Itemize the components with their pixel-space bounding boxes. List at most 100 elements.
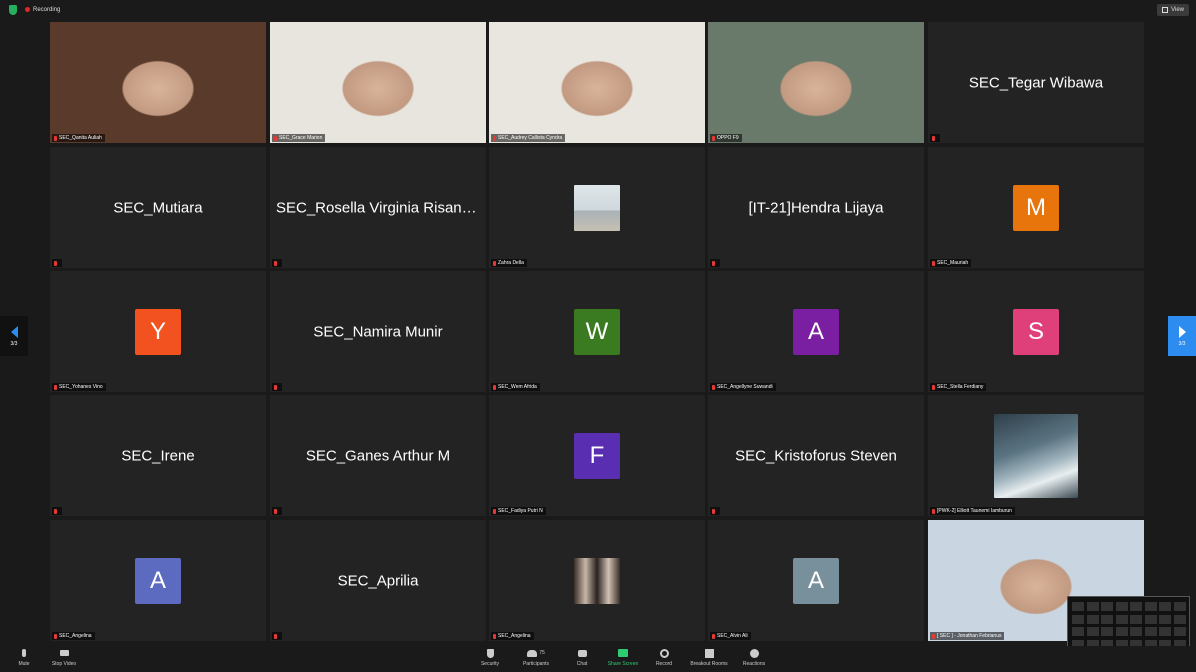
participant-label-text: SEC_Audrey Callista Cyndra: [498, 135, 563, 141]
participant-label: [272, 383, 282, 391]
participant-label: [272, 507, 282, 515]
participant-video: [708, 22, 924, 143]
participant-name: SEC_Aprilia: [337, 572, 419, 589]
muted-mic-icon: [712, 260, 715, 266]
participant-tile[interactable]: [PWK-2] Elliott Taunemi Iamburun: [928, 395, 1144, 516]
participants-label: Participants: [522, 661, 550, 667]
participant-label-text: OPPO F9: [717, 135, 739, 141]
participant-label: [930, 134, 940, 142]
participant-tile[interactable]: SEC_Rosella Virginia Risang...: [270, 147, 486, 268]
mini-tile: [1086, 614, 1099, 624]
shield-icon: [486, 648, 494, 658]
record-icon: [659, 648, 669, 658]
participant-tile[interactable]: A SEC_Alvin Ali: [708, 520, 924, 641]
participant-tile[interactable]: W SEC_Wem Afrida: [489, 271, 705, 392]
reactions-icon: [749, 648, 759, 658]
participant-tile[interactable]: S SEC_Stella Ferdiany: [928, 271, 1144, 392]
recording-dot-icon: [25, 7, 30, 12]
camera-icon: [59, 650, 69, 656]
next-page-button[interactable]: 3/3: [1168, 316, 1196, 356]
meeting-toolbar: Mute Stop Video Security 75 Participants…: [0, 646, 1196, 672]
participant-label: SEC_Fadiya Putri N: [491, 507, 546, 515]
participant-tile[interactable]: F SEC_Fadiya Putri N: [489, 395, 705, 516]
participant-tile[interactable]: SEC_Namira Munir: [270, 271, 486, 392]
participant-name: SEC_Mutiara: [113, 199, 203, 216]
security-button[interactable]: Security: [468, 648, 512, 671]
participant-tile[interactable]: OPPO F9: [708, 22, 924, 143]
view-button[interactable]: View: [1157, 4, 1189, 16]
muted-mic-icon: [712, 384, 715, 390]
participant-avatar: S: [1013, 308, 1059, 355]
next-page-indicator: 3/3: [1178, 340, 1186, 347]
muted-mic-icon: [932, 633, 935, 639]
participant-label: [ SEC ] - Jonathan Febrianus: [930, 632, 1005, 640]
participant-label: [52, 259, 62, 267]
mini-tile: [1144, 602, 1157, 611]
participant-label: SEC_Audrey Callista Cyndra: [491, 134, 566, 142]
previous-page-button[interactable]: 3/3: [0, 316, 28, 356]
chat-icon: [577, 649, 587, 657]
top-bar: Recording View: [0, 0, 1196, 20]
mini-tile: [1144, 614, 1157, 624]
mini-tile: [1159, 602, 1171, 611]
reactions-label: Reactions: [742, 661, 766, 667]
record-button[interactable]: Record: [642, 648, 686, 671]
participant-label: [272, 632, 282, 640]
arrow-right-icon: [1178, 325, 1186, 338]
participant-tile[interactable]: SEC_Tegar Wibawa: [928, 22, 1144, 143]
participant-name: SEC_Rosella Virginia Risang...: [276, 199, 483, 216]
participant-tile[interactable]: A SEC_Angellyne Suwandi: [708, 271, 924, 392]
share-screen-button[interactable]: Share Screen: [601, 648, 645, 671]
share-screen-icon: [618, 649, 628, 657]
participant-tile[interactable]: SEC_Irene: [50, 395, 266, 516]
participant-tile[interactable]: SEC_Aprilia: [270, 520, 486, 641]
participant-tile[interactable]: Zahra Della: [489, 147, 705, 268]
muted-mic-icon: [54, 135, 57, 141]
stop-video-button[interactable]: Stop Video: [42, 648, 86, 671]
participant-tile[interactable]: SEC_Grace Marion: [270, 22, 486, 143]
muted-mic-icon: [493, 633, 496, 639]
profile-picture: [574, 184, 620, 231]
participant-label-text: [PWK-2] Elliott Taunemi Iamburun: [937, 508, 1012, 514]
muted-mic-icon: [712, 508, 715, 514]
participant-tile[interactable]: [IT-21]Hendra Lijaya: [708, 147, 924, 268]
participant-tile[interactable]: SEC_Ganes Arthur M: [270, 395, 486, 516]
mini-tile: [1086, 627, 1099, 636]
breakout-rooms-button[interactable]: Breakout Rooms: [687, 648, 731, 671]
participant-avatar: W: [574, 308, 620, 355]
participant-tile[interactable]: SEC_Audrey Callista Cyndra: [489, 22, 705, 143]
participant-tile[interactable]: SEC_Qanita Auliah: [50, 22, 266, 143]
muted-mic-icon: [932, 384, 935, 390]
muted-mic-icon: [274, 633, 277, 639]
participant-label: SEC_Yohanes Vino: [52, 383, 106, 391]
participant-name: SEC_Kristoforus Steven: [735, 447, 897, 464]
mini-tile: [1072, 627, 1084, 636]
participant-video: [270, 22, 486, 143]
participant-tile[interactable]: SEC_Mutiara: [50, 147, 266, 268]
chat-label: Chat: [576, 661, 588, 667]
participant-label-text: SEC_Angelina: [498, 633, 531, 639]
muted-mic-icon: [932, 135, 935, 141]
mini-tile: [1159, 614, 1171, 624]
chat-button[interactable]: Chat: [560, 648, 604, 671]
security-shield-icon[interactable]: [9, 5, 17, 15]
participant-label: SEC_Grace Marion: [272, 134, 326, 142]
microphone-icon: [22, 649, 26, 657]
mini-tile: [1173, 627, 1186, 636]
participant-label: [272, 259, 282, 267]
participant-tile[interactable]: A SEC_Angelina: [50, 520, 266, 641]
mini-tile: [1130, 602, 1142, 611]
participant-tile[interactable]: SEC_Kristoforus Steven: [708, 395, 924, 516]
participants-button[interactable]: 75 Participants: [514, 648, 558, 671]
reactions-button[interactable]: Reactions: [732, 648, 776, 671]
participant-tile[interactable]: Y SEC_Yohanes Vino: [50, 271, 266, 392]
participant-name: SEC_Ganes Arthur M: [305, 447, 451, 464]
participant-tile[interactable]: SEC_Angelina: [489, 520, 705, 641]
participant-label: OPPO F9: [710, 134, 742, 142]
participant-label-text: SEC_Grace Marion: [279, 135, 323, 141]
mute-button[interactable]: Mute: [2, 648, 46, 671]
participant-label: Zahra Della: [491, 259, 527, 267]
arrow-left-icon: [10, 325, 18, 338]
participant-tile[interactable]: M SEC_Mauriah: [928, 147, 1144, 268]
mini-tile: [1130, 614, 1142, 624]
